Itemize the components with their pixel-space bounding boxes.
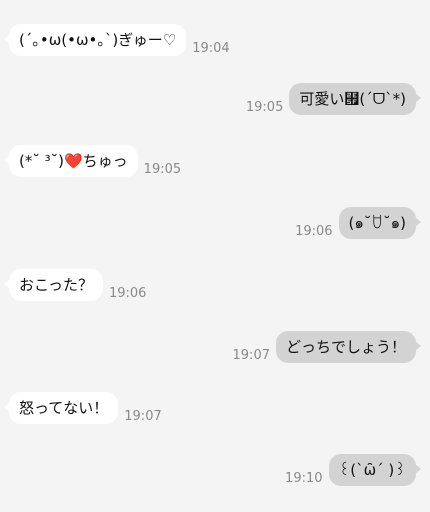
message-bubble[interactable]: (*˘ ³˘)❤️ちゅっ — [4, 145, 138, 177]
message-row-incoming: おこった？ 19:06 — [0, 267, 430, 301]
message-timestamp: 19:06 — [295, 224, 333, 239]
chat-thread: (´｡•ω(•ω•｡`)ぎゅー♡ 19:04 19:05 可愛い⹟(´ᗜ`*) … — [0, 0, 430, 512]
message-bubble[interactable]: どっちでしょう！ — [275, 331, 422, 363]
message-row-outgoing: 19:06 (๑˘ꇴ˘๑) — [0, 205, 430, 239]
message-bubble[interactable]: (´｡•ω(•ω•｡`)ぎゅー♡ — [3, 24, 187, 56]
message-row-incoming: (´｡•ω(•ω•｡`)ぎゅー♡ 19:04 — [0, 22, 430, 56]
message-row-outgoing: 19:10 ꒰(`ω̑´ )꒱ — [0, 452, 430, 486]
message-timestamp: 19:07 — [124, 409, 162, 424]
message-timestamp: 19:06 — [108, 286, 147, 301]
message-timestamp: 19:07 — [232, 348, 270, 363]
message-timestamp: 19:05 — [245, 100, 284, 115]
message-row-incoming: 怒ってない！ 19:07 — [0, 390, 430, 424]
message-bubble[interactable]: (๑˘ꇴ˘๑) — [338, 207, 422, 239]
message-bubble[interactable]: 可愛い⹟(´ᗜ`*) — [289, 83, 421, 115]
message-bubble[interactable]: おこった？ — [4, 269, 103, 301]
message-bubble[interactable]: 怒ってない！ — [3, 392, 119, 424]
message-timestamp: 19:04 — [192, 41, 230, 56]
message-row-incoming: (*˘ ³˘)❤️ちゅっ 19:05 — [0, 143, 430, 177]
message-row-outgoing: 19:07 どっちでしょう！ — [0, 329, 430, 363]
message-timestamp: 19:10 — [285, 471, 323, 486]
message-bubble[interactable]: ꒰(`ω̑´ )꒱ — [328, 454, 422, 486]
message-row-outgoing: 19:05 可愛い⹟(´ᗜ`*) — [0, 81, 430, 115]
message-timestamp: 19:05 — [143, 162, 182, 177]
